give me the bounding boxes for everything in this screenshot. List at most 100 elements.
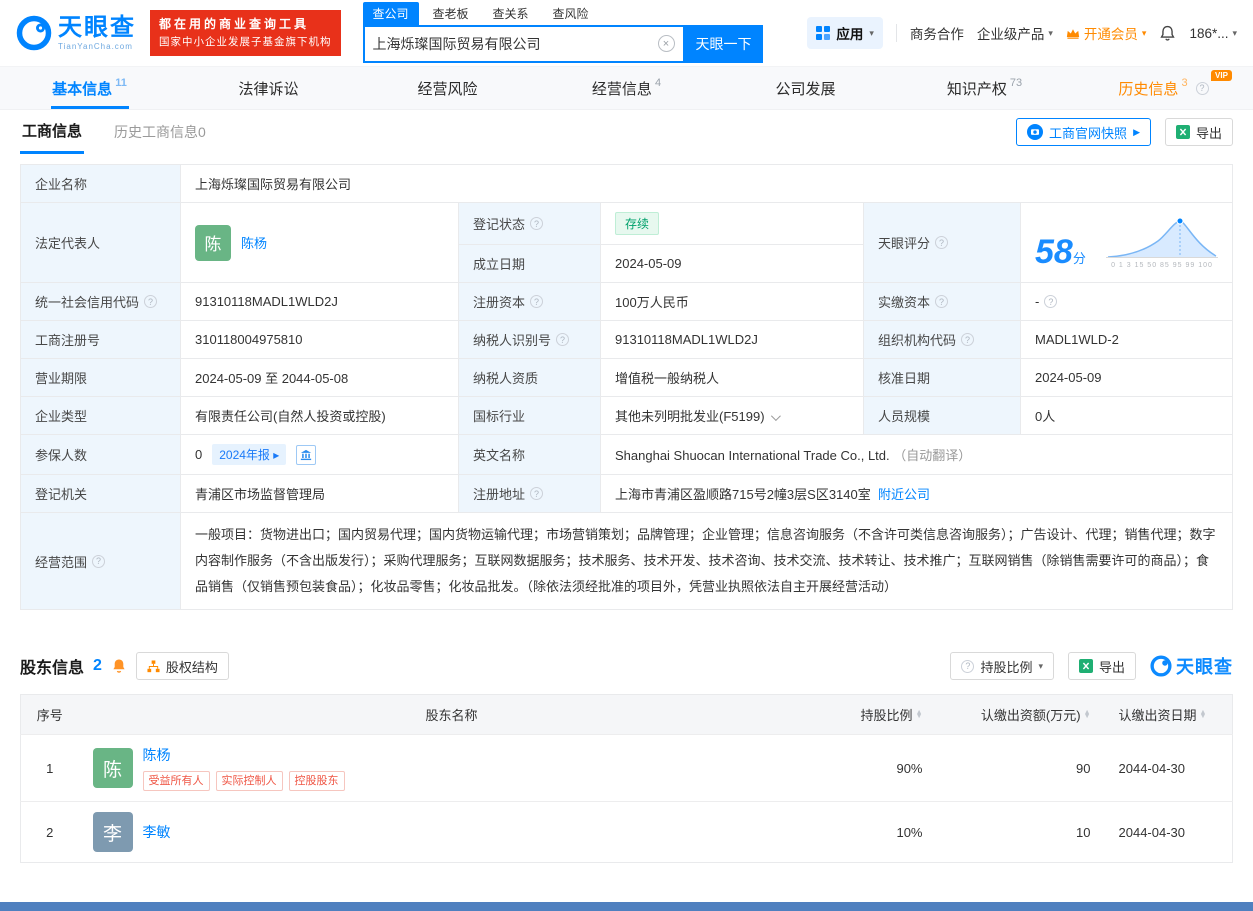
business-cooperation-link[interactable]: 商务合作 [910,23,964,43]
status-badge: 存续 [615,212,659,235]
paid-capital-label: 实缴资本? [864,283,1021,321]
insured-count-label: 参保人数 [21,435,181,475]
apps-menu[interactable]: 应用 ▾ [807,17,883,49]
search-tab-boss[interactable]: 查老板 [423,2,479,25]
score-chart: 0 1 3 15 50 85 95 99 100 [1106,216,1218,269]
crown-icon [1066,28,1080,39]
tab-intellectual-property[interactable]: 知识产权 73 [895,67,1074,109]
excel-icon [1176,125,1190,139]
tag-controlling-shareholder[interactable]: 控股股东 [289,771,345,791]
official-snapshot-button[interactable]: 工商官网快照 ▶ [1016,118,1151,146]
chevron-down-icon[interactable] [770,411,780,421]
approve-date-label: 核准日期 [864,359,1021,397]
shareholders-export-button[interactable]: 导出 [1068,652,1136,680]
snapshot-label: 工商官网快照 [1049,123,1127,142]
tab-count: 11 [115,77,127,89]
tab-operating-info[interactable]: 经营信息 4 [537,67,716,109]
help-icon[interactable]: ? [530,217,543,230]
sort-icon[interactable]: ▲▼ [1084,711,1091,719]
play-arrow-icon: ▶ [1133,127,1140,138]
subscribed-date-value: 2044-04-30 [1105,802,1233,863]
enterprise-products-label: 企业级产品 [977,23,1045,43]
subscribed-amount-value: 10 [937,802,1105,863]
tab-operating-risk[interactable]: 经营风险 [358,67,537,109]
column-index: 序号 [21,695,79,735]
shareholder-link[interactable]: 陈杨 [143,745,345,765]
help-icon[interactable]: ? [935,236,948,249]
legal-rep-link[interactable]: 陈杨 [241,233,267,252]
tab-label: 经营风险 [417,78,477,99]
enterprise-products-menu[interactable]: 企业级产品 ▾ [977,23,1053,43]
reg-capital-label: 注册资本? [459,283,601,321]
tag-beneficial-owner[interactable]: 受益所有人 [143,771,210,791]
clear-icon[interactable]: × [658,35,675,52]
help-icon[interactable]: ? [556,333,569,346]
tianyancha-logo-icon [1150,655,1172,677]
logo-domain: TianYanCha.com [58,43,136,51]
tag-actual-controller[interactable]: 实际控制人 [216,771,283,791]
help-icon[interactable]: ? [1044,295,1057,308]
divider [896,24,897,42]
vip-upgrade-menu[interactable]: 开通会员 ▾ [1066,23,1147,43]
business-term-value: 2024-05-09 至 2044-05-08 [181,359,459,397]
tab-count: 4 [655,77,661,89]
apps-label: 应用 [836,23,863,43]
equity-structure-icon [147,660,160,673]
user-account-menu[interactable]: 186*... ▾ [1189,26,1237,41]
company-type-label: 企业类型 [21,397,181,435]
shareholders-section: 股东信息 2 股权结构 ? 持股比例 ▾ 导出 [0,652,1253,863]
bell-icon [1159,25,1176,42]
search-tab-risk[interactable]: 查风险 [543,2,599,25]
search-button[interactable]: 天眼一下 [685,25,763,63]
score-value: 58分 [1035,235,1086,269]
search-tab-relation[interactable]: 查关系 [483,2,539,25]
help-icon[interactable]: ? [530,295,543,308]
help-icon[interactable]: ? [144,295,157,308]
help-icon[interactable]: ? [530,487,543,500]
sort-icon[interactable]: ▲▼ [916,711,923,719]
search-tab-company[interactable]: 查公司 [363,2,419,25]
annual-report-icon[interactable] [296,445,316,465]
help-icon[interactable]: ? [935,295,948,308]
sort-icon[interactable]: ▲▼ [1200,711,1207,719]
tianyancha-logo[interactable]: 天眼查 TianYanCha.com [16,15,136,51]
business-info-table: 企业名称 上海烁璨国际贸易有限公司 法定代表人 陈 陈杨 登记状态? 存续 天眼… [20,164,1233,610]
help-icon[interactable]: ? [1196,82,1209,95]
subtab-history-business-info[interactable]: 历史工商信息0 [114,122,206,142]
slogan-badge: 都在用的商业查询工具 国家中小企业发展子基金旗下机构 [150,10,341,56]
tab-company-development[interactable]: 公司发展 [716,67,895,109]
english-name-label: 英文名称 [459,435,601,475]
table-header-row: 序号 股东名称 持股比例▲▼ 认缴出资额(万元)▲▼ 认缴出资日期▲▼ [21,695,1233,735]
equity-structure-button[interactable]: 股权结构 [136,652,229,680]
column-subscribed-date[interactable]: 认缴出资日期▲▼ [1105,695,1233,735]
annual-report-chip[interactable]: 2024年报 ▸ [212,444,286,465]
staff-size-value: 0人 [1021,397,1233,435]
subscribe-bell-icon[interactable] [111,658,127,674]
staff-size-label: 人员规模 [864,397,1021,435]
help-icon[interactable]: ? [92,555,105,568]
column-subscribed-amount[interactable]: 认缴出资额(万元)▲▼ [937,695,1105,735]
score-cell: 58分 0 1 3 15 50 85 95 99 100 [1021,203,1233,283]
notifications-bell[interactable] [1159,25,1176,42]
watermark-logo: 天眼查 [1150,653,1233,679]
registered-address-value: 上海市青浦区盈顺路715号2幢3层S区3140室 附近公司 [601,475,1233,513]
industry-value: 其他未列明批发业(F5199) [601,397,864,435]
help-icon[interactable]: ? [961,333,974,346]
tianyancha-logo-icon [16,15,52,51]
shareholder-name-cell: 李 李敏 [79,802,825,863]
search-input[interactable] [373,36,658,52]
tab-basic-info[interactable]: 基本信息 11 [0,67,179,109]
org-code-value: MADL1WLD-2 [1021,321,1233,359]
subtab-business-info[interactable]: 工商信息 [20,110,84,154]
shareholder-link[interactable]: 李敏 [143,822,171,842]
export-button[interactable]: 导出 [1165,118,1233,146]
column-holding-ratio[interactable]: 持股比例▲▼ [825,695,937,735]
registration-authority-label: 登记机关 [21,475,181,513]
topbar-right: 应用 ▾ 商务合作 企业级产品 ▾ 开通会员 ▾ 186*... ▾ [807,17,1237,49]
tab-legal-proceedings[interactable]: 法律诉讼 [179,67,358,109]
app-grid-icon [816,26,830,40]
taxpayer-id-value: 91310118MADL1WLD2J [601,321,864,359]
tab-history-info[interactable]: VIP 历史信息 3 ? [1074,67,1253,109]
holding-ratio-dropdown[interactable]: ? 持股比例 ▾ [950,652,1054,680]
nearby-companies-link[interactable]: 附近公司 [878,487,930,502]
